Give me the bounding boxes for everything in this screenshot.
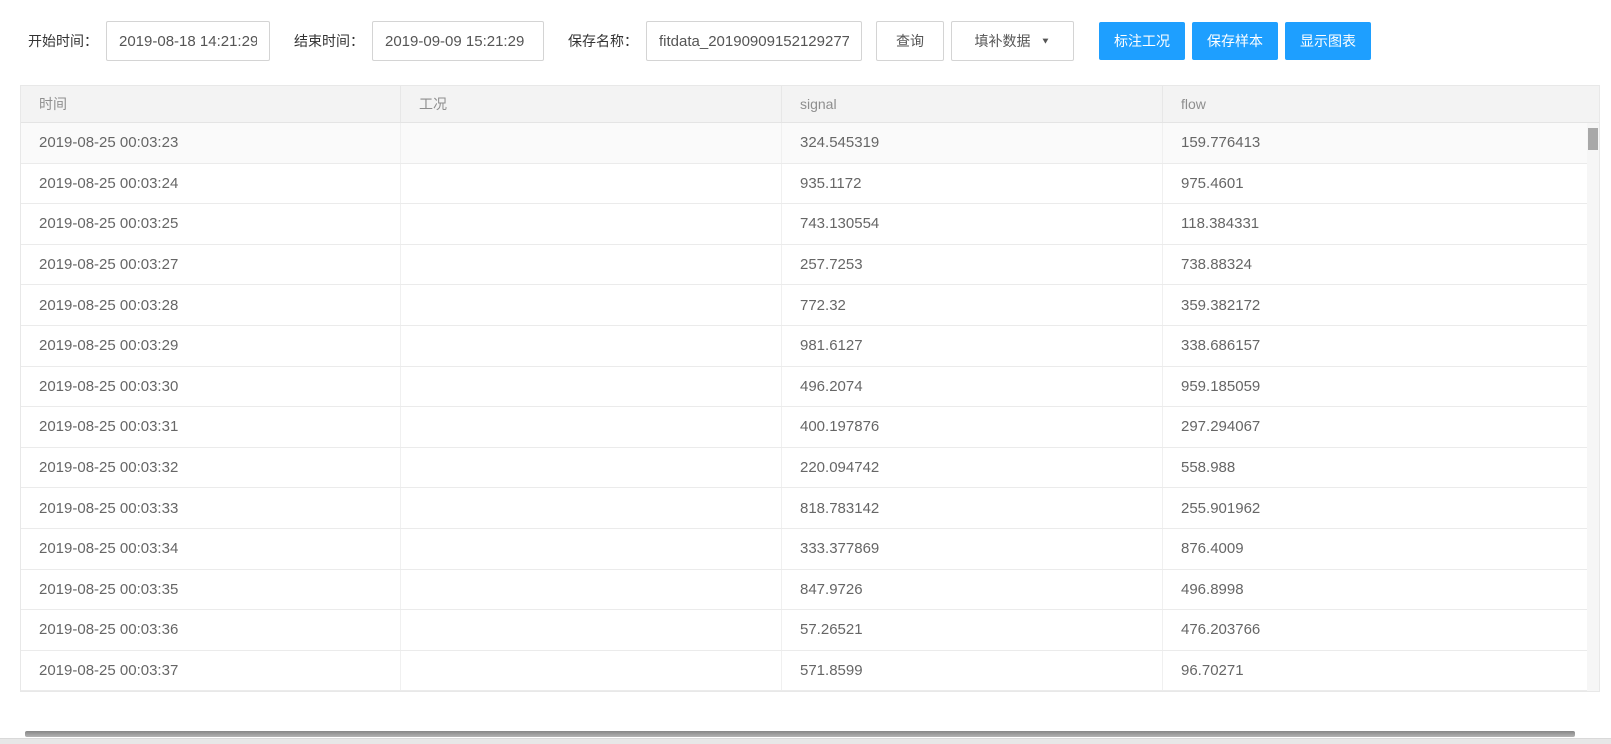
table-row: 2019-08-25 00:03:24 935.1172 975.4601 [21, 163, 1599, 205]
cell-flow: 96.70271 [1181, 662, 1244, 680]
cell-signal: 400.197876 [782, 407, 1163, 447]
cell-condition [401, 163, 782, 204]
cell-flow: 876.4009 [1181, 540, 1244, 558]
toolbar: 开始时间： 结束时间： 保存名称： 查询 填补数据 ▼ 标注工况 保存样本 显示… [28, 20, 1378, 62]
cell-flow: 558.988 [1181, 459, 1236, 477]
cell-time: 2019-08-25 00:03:25 [21, 204, 401, 244]
cell-condition [401, 366, 782, 407]
cell-signal: 257.7253 [782, 244, 1163, 285]
cell-time: 2019-08-25 00:03:33 [21, 488, 401, 528]
start-time-input[interactable] [106, 21, 270, 61]
table-row: 2019-08-25 00:03:34 333.377869 876.4009 [21, 528, 1599, 570]
cell-flow: 975.4601 [1181, 174, 1244, 192]
cell-signal: 57.26521 [782, 610, 1163, 650]
cell-time: 2019-08-25 00:03:31 [21, 407, 401, 447]
vertical-scrollbar[interactable] [1587, 123, 1599, 692]
cell-flow: 476.203766 [1181, 621, 1261, 639]
cell-condition [401, 244, 782, 285]
cell-condition [401, 447, 782, 488]
horizontal-scrollbar-thumb[interactable] [25, 731, 1575, 737]
cell-signal: 743.130554 [782, 204, 1163, 244]
fill-data-dropdown-label: 填补数据 [974, 33, 1031, 49]
column-header-signal: signal [782, 86, 1163, 122]
cell-time: 2019-08-25 00:03:28 [21, 285, 401, 325]
cell-flow: 338.686157 [1181, 337, 1261, 355]
table-row: 2019-08-25 00:03:33 818.783142 255.90196… [21, 488, 1599, 529]
cell-time: 2019-08-25 00:03:32 [21, 447, 401, 488]
table-row: 2019-08-25 00:03:25 743.130554 118.38433… [21, 204, 1599, 245]
cell-signal: 496.2074 [782, 366, 1163, 407]
cell-time: 2019-08-25 00:03:35 [21, 569, 401, 610]
cell-signal: 847.9726 [782, 569, 1163, 610]
cell-signal: 324.545319 [782, 123, 1163, 163]
table-row: 2019-08-25 00:03:30 496.2074 959.185059 [21, 366, 1599, 408]
cell-time: 2019-08-25 00:03:36 [21, 610, 401, 650]
save-sample-button[interactable]: 保存样本 [1192, 22, 1278, 60]
cell-condition [401, 325, 782, 366]
end-time-input[interactable] [372, 21, 544, 61]
cell-signal: 333.377869 [782, 528, 1163, 569]
cell-condition [401, 407, 782, 447]
table-row: 2019-08-25 00:03:36 57.26521 476.203766 [21, 610, 1599, 651]
cell-signal: 935.1172 [782, 163, 1163, 204]
table-row: 2019-08-25 00:03:37 571.8599 96.70271 [21, 650, 1599, 692]
cell-time: 2019-08-25 00:03:34 [21, 528, 401, 569]
cell-flow: 959.185059 [1181, 377, 1261, 395]
cell-flow: 297.294067 [1181, 418, 1261, 436]
cell-condition [401, 204, 782, 244]
caret-down-icon: ▼ [1040, 36, 1051, 46]
cell-time: 2019-08-25 00:03:37 [21, 650, 401, 691]
cell-signal: 981.6127 [782, 325, 1163, 366]
cell-condition [401, 650, 782, 691]
bottom-edge-strip [0, 738, 1611, 744]
table-row: 2019-08-25 00:03:29 981.6127 338.686157 [21, 325, 1599, 367]
cell-time: 2019-08-25 00:03:23 [21, 123, 401, 163]
table-row: 2019-08-25 00:03:31 400.197876 297.29406… [21, 407, 1599, 448]
cell-time: 2019-08-25 00:03:30 [21, 366, 401, 407]
column-header-time: 时间 [21, 86, 401, 122]
cell-signal: 571.8599 [782, 650, 1163, 691]
cell-condition [401, 123, 782, 163]
table-row: 2019-08-25 00:03:23 324.545319 159.77641… [21, 123, 1599, 164]
cell-signal: 818.783142 [782, 488, 1163, 528]
cell-condition [401, 528, 782, 569]
data-table: 时间 工况 signal flow 2019-08-25 00:03:23 32… [20, 85, 1600, 693]
cell-condition [401, 569, 782, 610]
cell-condition [401, 488, 782, 528]
table-header: 时间 工况 signal flow [21, 86, 1599, 123]
query-button[interactable]: 查询 [876, 21, 944, 61]
table-row: 2019-08-25 00:03:27 257.7253 738.88324 [21, 244, 1599, 286]
table-row: 2019-08-25 00:03:35 847.9726 496.8998 [21, 569, 1599, 611]
cell-condition [401, 285, 782, 325]
show-chart-button[interactable]: 显示图表 [1285, 22, 1371, 60]
column-header-flow: flow [1181, 96, 1206, 112]
end-time-label: 结束时间： [294, 33, 364, 49]
cell-flow: 359.382172 [1181, 296, 1261, 314]
table-row: 2019-08-25 00:03:28 772.32 359.382172 [21, 285, 1599, 326]
cell-time: 2019-08-25 00:03:29 [21, 325, 401, 366]
cell-time: 2019-08-25 00:03:24 [21, 163, 401, 204]
cell-flow: 118.384331 [1181, 215, 1260, 233]
table-body: 2019-08-25 00:03:23 324.545319 159.77641… [21, 123, 1599, 692]
start-time-label: 开始时间： [28, 33, 98, 49]
cell-flow: 255.901962 [1181, 499, 1261, 517]
fill-data-dropdown[interactable]: 填补数据 ▼ [951, 21, 1074, 61]
table-row: 2019-08-25 00:03:32 220.094742 558.988 [21, 447, 1599, 489]
cell-flow: 159.776413 [1181, 134, 1261, 152]
cell-flow: 496.8998 [1181, 580, 1244, 598]
cell-time: 2019-08-25 00:03:27 [21, 244, 401, 285]
save-name-input[interactable] [646, 21, 862, 61]
cell-signal: 772.32 [782, 285, 1163, 325]
cell-flow: 738.88324 [1181, 256, 1252, 274]
cell-condition [401, 610, 782, 650]
column-header-condition: 工况 [401, 86, 782, 122]
annotate-condition-button[interactable]: 标注工况 [1099, 22, 1185, 60]
save-name-label: 保存名称： [568, 33, 638, 49]
cell-signal: 220.094742 [782, 447, 1163, 488]
vertical-scrollbar-thumb[interactable] [1588, 128, 1598, 150]
